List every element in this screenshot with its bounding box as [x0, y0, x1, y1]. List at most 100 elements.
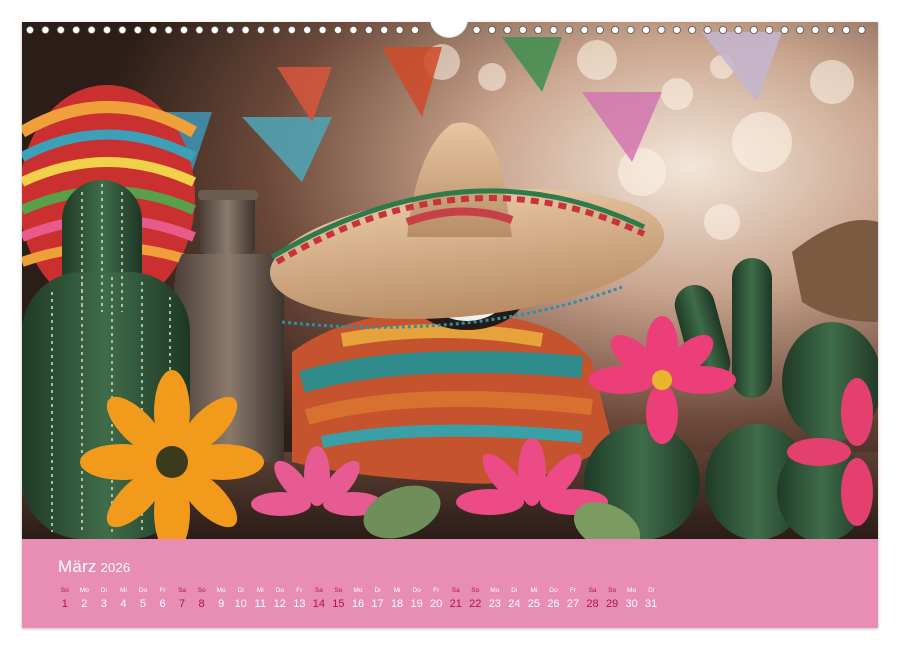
day-of-week: Sa	[451, 587, 460, 594]
binding-hole	[580, 26, 589, 34]
day-cell: Di 3	[94, 585, 114, 611]
binding-hole	[164, 26, 173, 34]
binding-hole	[503, 26, 512, 34]
binding-hole	[565, 26, 574, 34]
day-of-week: Mi	[393, 587, 401, 594]
day-number: 23	[488, 598, 501, 610]
month-title: März 2026	[58, 557, 130, 577]
binding-hole	[287, 26, 296, 34]
binding-hole	[734, 26, 743, 34]
binding-hole	[518, 26, 527, 34]
binding-hole	[103, 26, 112, 34]
binding-hole	[303, 26, 312, 34]
binding-hole	[364, 26, 373, 34]
day-number: 18	[390, 598, 404, 610]
day-of-week: Do	[138, 587, 148, 594]
binding-hole	[719, 26, 728, 34]
binding-hole	[811, 26, 820, 34]
day-cell: So 29	[602, 585, 622, 611]
binding-hole	[241, 26, 250, 34]
day-of-week: Fr	[433, 587, 440, 594]
day-number: 19	[410, 598, 423, 610]
day-number: 27	[566, 598, 580, 610]
day-number: 13	[293, 598, 306, 610]
day-cell: Do 5	[133, 585, 153, 611]
day-cell: Di 31	[641, 585, 661, 611]
day-of-week: Mi	[530, 587, 538, 594]
day-of-week: Sa	[178, 587, 187, 594]
day-of-week: Mi	[119, 587, 127, 594]
binding-hole	[534, 26, 543, 34]
binding-hole	[549, 26, 558, 34]
day-of-week: Mo	[79, 587, 89, 594]
day-of-week: Mo	[216, 587, 226, 594]
day-number: 16	[351, 598, 365, 610]
day-cell: Fr 6	[153, 585, 173, 611]
binding-hole	[179, 26, 188, 34]
binding-hole	[395, 26, 404, 34]
day-of-week: Fr	[296, 587, 303, 594]
day-of-week: Do	[412, 587, 421, 594]
binding-hole	[780, 26, 789, 34]
day-cell: Mi 11	[250, 585, 270, 611]
binding-hole	[41, 26, 50, 34]
binding-hole	[595, 26, 604, 34]
day-cell: Di 24	[505, 585, 525, 611]
day-number: 6	[159, 598, 166, 610]
day-of-week: Sa	[314, 587, 323, 594]
day-cell: Mo 2	[75, 585, 95, 611]
day-cell: So 8	[192, 585, 212, 611]
binding-hole	[272, 26, 281, 34]
binding-hole	[333, 26, 342, 34]
day-number: 1	[61, 598, 68, 610]
binding-hole	[318, 26, 327, 34]
day-of-week: Di	[648, 587, 655, 594]
day-of-week: Mo	[627, 587, 637, 594]
day-of-week: Do	[549, 587, 558, 594]
day-number: 11	[254, 598, 266, 610]
day-number: 5	[139, 598, 147, 610]
day-cell: Mo 23	[485, 585, 505, 611]
binding-hole	[256, 26, 265, 34]
day-cell: Di 17	[368, 585, 388, 611]
binding-hole	[487, 26, 496, 34]
binding-hole	[380, 26, 389, 34]
day-cell: Sa 21	[446, 585, 466, 611]
day-cell: Mi 18	[387, 585, 407, 611]
day-of-week: Mo	[353, 587, 363, 594]
binding-hole	[410, 26, 419, 34]
day-of-week: Di	[100, 587, 107, 594]
day-cell: Fr 13	[290, 585, 310, 611]
binding-hole	[349, 26, 358, 34]
day-of-week: Do	[275, 587, 284, 594]
day-of-week: Fr	[569, 587, 577, 594]
day-row: So 1 Mo 2 Di 3 Mi 4 Do 5 Fr 6 Sa 7 So 8 Mo 9 Di 10 Mi 11 Do 12 F…	[55, 585, 661, 611]
day-of-week: Mo	[490, 587, 500, 594]
day-number: 9	[218, 598, 225, 610]
month-name: März	[58, 557, 97, 576]
day-of-week: Sa	[588, 587, 597, 594]
day-of-week: Di	[374, 587, 381, 594]
day-number: 8	[198, 598, 205, 610]
binding-hole	[472, 26, 481, 34]
binding-hole	[210, 26, 219, 34]
day-number: 7	[178, 598, 186, 610]
binding-hole	[688, 26, 697, 34]
day-number: 2	[81, 598, 88, 610]
day-cell: Sa 14	[309, 585, 329, 611]
day-cell: Sa 7	[172, 585, 192, 611]
day-of-week: So	[197, 587, 206, 594]
day-of-week: So	[334, 587, 343, 594]
day-number: 14	[312, 598, 325, 610]
day-number: 21	[449, 598, 462, 610]
day-cell: So 1	[55, 585, 75, 611]
binding-hole	[796, 26, 805, 34]
binding-hole	[133, 26, 142, 34]
day-number: 25	[527, 598, 541, 610]
day-number: 28	[586, 598, 599, 610]
binding-hole	[672, 26, 681, 34]
day-cell: So 15	[329, 585, 349, 611]
day-number: 22	[469, 598, 482, 610]
day-number: 20	[430, 598, 443, 610]
day-number: 3	[100, 598, 107, 610]
